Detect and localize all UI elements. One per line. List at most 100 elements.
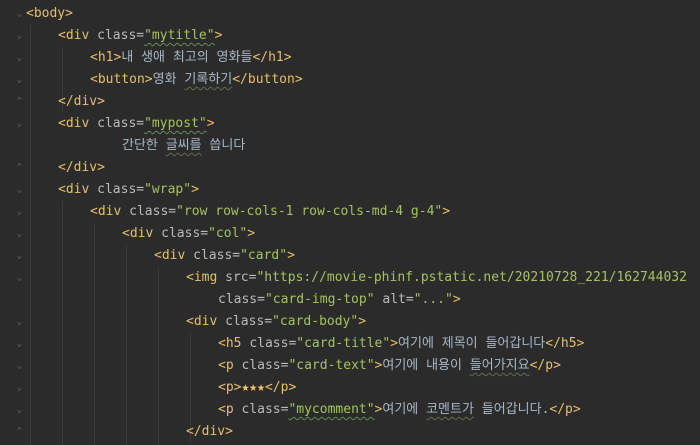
- code-token-tag: </div>: [58, 94, 105, 109]
- fold-marker-icon[interactable]: ⌄: [15, 317, 24, 327]
- code-line[interactable]: <div class="card">: [26, 245, 295, 267]
- code-token-attr: class=: [97, 116, 145, 131]
- code-line[interactable]: <body>: [26, 3, 73, 25]
- fold-marker-icon[interactable]: ⌃: [15, 97, 24, 107]
- code-token-val: "https://movie-phinf.pstatic.net/2021072…: [256, 270, 687, 285]
- code-line[interactable]: <div class="row row-cols-1 row-cols-md-4…: [26, 201, 450, 223]
- code-token-tag: </h5>: [545, 336, 585, 351]
- code-token-attr: class=: [97, 182, 145, 197]
- code-token-tag: </p>: [529, 358, 561, 373]
- code-token-tag: <div: [58, 182, 98, 197]
- code-token-txt: 여기에 제목이 들어갑니다: [398, 336, 546, 351]
- code-token-tag: >: [247, 226, 256, 241]
- code-token-tag: </p>: [264, 380, 297, 395]
- code-token-val: "wrap": [144, 182, 192, 197]
- code-word: 코멘트가: [426, 402, 474, 417]
- code-token-attr: class=: [193, 248, 241, 263]
- code-token-attr: class=: [225, 314, 273, 329]
- code-word: 여기에: [382, 402, 427, 417]
- code-word: 영화: [152, 72, 185, 87]
- code-token-val: "card-body": [272, 314, 359, 329]
- code-line[interactable]: <div class="mypost">: [26, 113, 215, 135]
- fold-marker-icon[interactable]: ⌄: [15, 361, 24, 371]
- code-token-tag: >: [287, 248, 295, 263]
- code-token-attr: class=: [129, 204, 177, 219]
- code-line[interactable]: </div>: [26, 157, 105, 179]
- code-token-val: "mypost": [144, 116, 207, 131]
- code-line[interactable]: </div>: [26, 421, 233, 443]
- code-token-tag: <body>: [26, 6, 73, 21]
- code-token-tag: <p: [218, 402, 242, 417]
- code-line[interactable]: class="card-img-top" alt="...">: [26, 289, 461, 311]
- code-token-tag: >: [191, 182, 199, 197]
- fold-marker-icon[interactable]: ⌄: [15, 31, 24, 41]
- code-line[interactable]: <div class="wrap">: [26, 179, 199, 201]
- code-editor[interactable]: ⌄ ⌄ ⌄ ⌄ ⌃ ⌄ ⌃ ⌄ ⌄ ⌄ ⌄ ⌄ ⌄ ⌄ ⌄ ⌄ ⌄ ⌃ <body> <div class="myt…: [0, 0, 700, 445]
- code-token-tag: <div: [122, 226, 162, 241]
- code-line[interactable]: <p class="card-text">여기에 내용이 들어가지요</p>: [26, 355, 561, 377]
- fold-marker-icon[interactable]: ⌄: [15, 339, 24, 349]
- fold-marker-icon[interactable]: ⌄: [15, 273, 24, 283]
- code-token-tag: >: [214, 28, 223, 43]
- fold-marker-icon[interactable]: ⌄: [15, 207, 24, 217]
- fold-marker-icon[interactable]: ⌄: [15, 185, 24, 195]
- code-token-tag: >: [442, 204, 451, 219]
- code-line[interactable]: <p class="mycomment">여기에 코멘트가 들어갑니다.</p>: [26, 399, 581, 421]
- code-line[interactable]: <button>영화 기록하기</button>: [26, 69, 303, 91]
- code-line[interactable]: <div class="col">: [26, 223, 255, 245]
- code-token-txt: 간단한 글씨를 씁니다: [122, 138, 245, 153]
- code-token-tag: >: [358, 314, 367, 329]
- code-token-tag: </div>: [58, 160, 105, 175]
- code-word: 여기에 내용이: [382, 358, 470, 373]
- code-token-txt: 여기에 내용이 들어가지요: [382, 358, 529, 373]
- fold-marker-icon[interactable]: ⌄: [15, 9, 24, 19]
- fold-marker-icon[interactable]: ⌄: [15, 383, 24, 393]
- code-token-val: "card": [240, 248, 288, 263]
- code-token-tag: <div: [154, 248, 194, 263]
- code-token-attr: class=: [241, 402, 289, 417]
- code-token-tag: <div: [186, 314, 226, 329]
- fold-marker-icon[interactable]: ⌄: [15, 53, 24, 63]
- code-word: 들어갑니다.: [473, 402, 550, 417]
- code-word: 간단한: [122, 138, 166, 153]
- editor-gutter: ⌄ ⌄ ⌄ ⌄ ⌃ ⌄ ⌃ ⌄ ⌄ ⌄ ⌄ ⌄ ⌄ ⌄ ⌄ ⌄ ⌄ ⌃: [0, 0, 24, 445]
- code-line[interactable]: <div class="mytitle">: [26, 25, 222, 47]
- code-token-attr: class=: [249, 336, 297, 351]
- code-token-attr: alt=: [382, 292, 414, 307]
- code-line[interactable]: <img src="https://movie-phinf.pstatic.ne…: [26, 267, 687, 289]
- fold-marker-icon[interactable]: ⌄: [15, 405, 24, 415]
- code-token-tag: </h1>: [252, 50, 292, 65]
- code-line[interactable]: <p>★★★</p>: [26, 377, 296, 399]
- code-line[interactable]: <div class="card-body">: [26, 311, 366, 333]
- code-token-txt: 내 생애 최고의 영화들: [121, 50, 253, 65]
- code-line[interactable]: <h5 class="card-title">여기에 제목이 들어갑니다</h5…: [26, 333, 584, 355]
- code-token-tag: <p: [218, 358, 242, 373]
- code-token-val: "card-title": [296, 336, 391, 351]
- code-token-star: ★★★: [241, 380, 265, 395]
- code-token-tag: </p>: [549, 402, 581, 417]
- code-token-attr: class=: [161, 226, 209, 241]
- code-token-txt: 영화 기록하기: [153, 72, 233, 87]
- code-line[interactable]: 간단한 글씨를 씁니다: [26, 135, 245, 157]
- fold-marker-icon[interactable]: ⌄: [15, 119, 24, 129]
- code-word: 들어가지요: [469, 358, 530, 373]
- code-token-tag: >: [206, 116, 215, 131]
- code-token-tag: <div: [58, 28, 98, 43]
- code-token-val: "row row-cols-1 row-cols-md-4 g-4": [176, 204, 443, 219]
- code-token-txt: 여기에 코멘트가 들어갑니다.: [382, 402, 549, 417]
- code-token-tag: >: [390, 336, 399, 351]
- code-token-tag: <div: [90, 204, 130, 219]
- code-line[interactable]: </div>: [26, 91, 105, 113]
- fold-marker-icon[interactable]: ⌄: [15, 75, 24, 85]
- fold-marker-icon[interactable]: ⌄: [15, 229, 24, 239]
- code-token-tag: <h1>: [90, 50, 122, 65]
- code-token-tag: </button>: [232, 72, 303, 87]
- code-line[interactable]: <h1>내 생애 최고의 영화들</h1>: [26, 47, 292, 69]
- fold-marker-icon[interactable]: ⌃: [15, 163, 24, 173]
- code-token-attr: src=: [225, 270, 257, 285]
- fold-marker-icon[interactable]: ⌃: [15, 427, 24, 437]
- code-token-attr: class=: [241, 358, 289, 373]
- fold-marker-icon[interactable]: ⌄: [15, 251, 24, 261]
- code-word: 씁니다: [201, 138, 246, 153]
- code-token-val: "...": [413, 292, 453, 307]
